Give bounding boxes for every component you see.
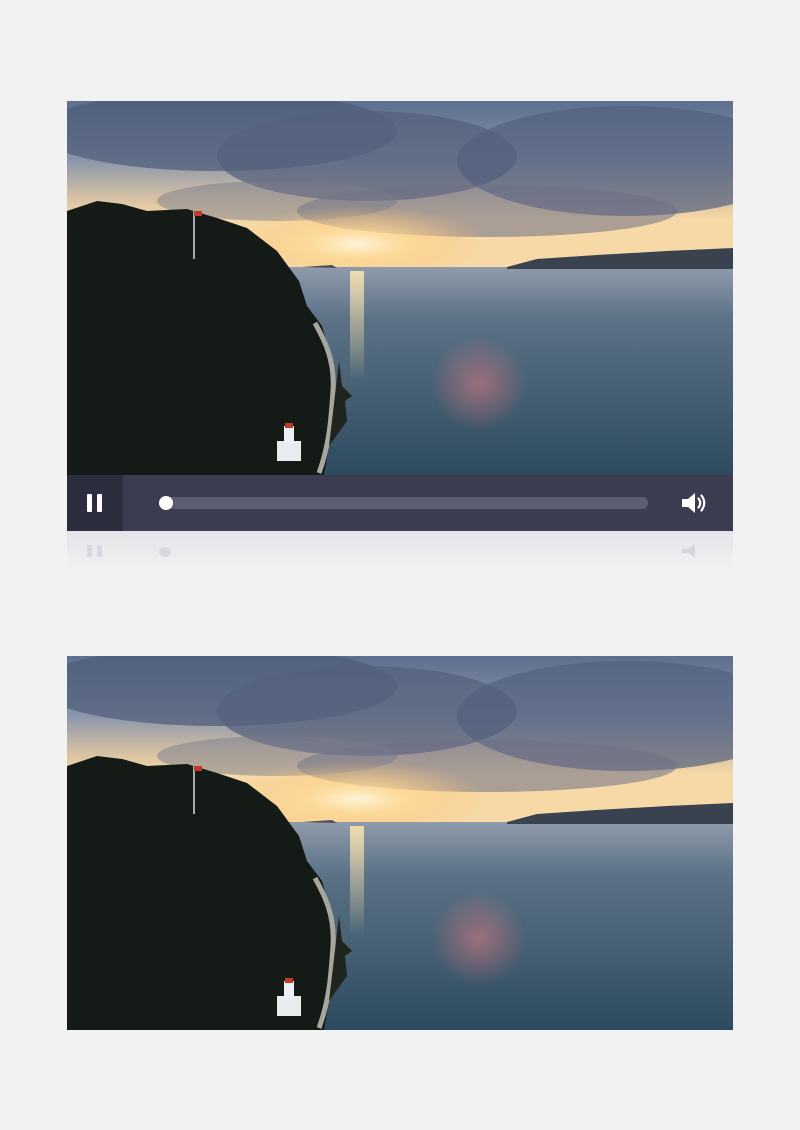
progress-bar[interactable] (159, 496, 648, 510)
video-frame-bottom[interactable] (67, 656, 733, 1030)
volume-icon (682, 493, 706, 513)
controls-reflection (67, 531, 733, 571)
pause-button[interactable] (67, 475, 123, 531)
progress-knob[interactable] (159, 496, 173, 510)
video-controls (67, 475, 733, 531)
volume-button[interactable] (679, 489, 709, 517)
video-frame-top[interactable] (67, 101, 733, 475)
sunset-coast-scene (67, 656, 733, 1030)
sunset-coast-scene (67, 101, 733, 475)
